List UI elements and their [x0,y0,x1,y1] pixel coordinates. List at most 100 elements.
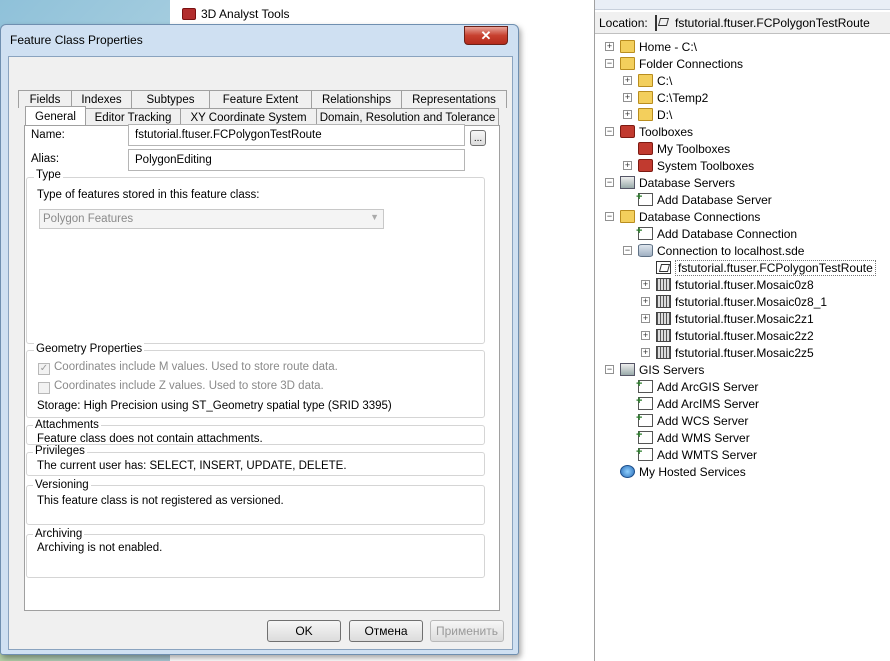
tree-item[interactable]: Add Database Connection [623,225,797,242]
ok-button[interactable]: OK [267,620,341,642]
folder-icon [638,91,653,104]
m-values-checkbox[interactable]: ✓ [38,363,50,375]
tree-item[interactable]: Add ArcIMS Server [623,395,759,412]
tree-item-label: fstutorial.ftuser.Mosaic0z8 [675,277,814,292]
tree-item[interactable]: − Connection to localhost.sde [623,242,804,259]
tree-item[interactable]: − Database Connections [605,208,760,225]
add-icon [636,412,653,427]
tree-item[interactable]: Add ArcGIS Server [623,378,758,395]
tree-item-label: Database Servers [639,175,736,190]
close-button[interactable]: ✕ [464,26,508,45]
expand-toggle-icon[interactable]: + [641,297,650,306]
add-icon [636,395,653,410]
location-field[interactable]: fstutorial.ftuser.FCPolygonTestRoute [675,16,870,30]
tree-item-label: Add ArcGIS Server [657,379,759,394]
tree-item[interactable]: My Toolboxes [623,140,730,157]
tree-item[interactable]: − Toolboxes [605,123,693,140]
tab-relationships[interactable]: Relationships [311,90,402,108]
tree-item-label: My Hosted Services [639,464,746,479]
alias-label: Alias: [31,153,60,165]
cancel-button[interactable]: Отмена [349,620,423,642]
server-icon [620,363,635,376]
tree-item[interactable]: + Home - C:\ [605,38,697,55]
archiving-group [26,534,485,578]
tree-item[interactable]: Add WCS Server [623,412,748,429]
tree-item-label: Connection to localhost.sde [657,243,805,258]
add-icon [636,378,653,393]
expand-toggle-icon[interactable]: − [605,178,614,187]
tree-item[interactable]: − GIS Servers [605,361,704,378]
tree-item[interactable]: + D:\ [623,106,672,123]
tree-item-label: Toolboxes [639,124,694,139]
tree-item-label: D:\ [657,107,673,122]
tree-item-label: Folder Connections [639,56,744,71]
expand-toggle-icon[interactable]: − [605,365,614,374]
mosaic-icon [656,278,671,291]
tree-item[interactable]: Add Database Server [623,191,772,208]
tree-item[interactable]: + fstutorial.ftuser.Mosaic0z8_1 [641,293,827,310]
tree-item[interactable]: − Folder Connections [605,55,743,72]
tree-item-label: C:\Temp2 [657,90,709,105]
tree-item[interactable]: Add WMTS Server [623,446,757,463]
z-values-label: Coordinates include Z values. Used to st… [54,380,324,392]
tree-item-label: Add WMS Server [657,430,750,445]
tree-item[interactable]: + System Toolboxes [623,157,754,174]
tree-item[interactable]: − Database Servers [605,174,735,191]
tree-item[interactable]: + C:\ [623,72,672,89]
tree-item[interactable]: My Hosted Services [605,463,746,480]
expand-toggle-icon[interactable]: + [623,93,632,102]
z-values-checkbox[interactable] [38,382,50,394]
tab-subtypes[interactable]: Subtypes [131,90,210,108]
tab-general[interactable]: General [25,106,86,126]
add-icon [636,225,653,240]
browse-button[interactable]: ... [470,130,486,146]
expand-toggle-icon[interactable]: + [641,314,650,323]
name-field[interactable]: fstutorial.ftuser.FCPolygonTestRoute [128,124,465,146]
toolbox-icon [638,142,653,155]
expand-toggle-icon[interactable]: + [605,42,614,51]
tree-item-label: Add WCS Server [657,413,749,428]
feature-type-select: Polygon Features ▼ [39,209,384,229]
expand-toggle-icon[interactable]: + [623,76,632,85]
tree-item-label: My Toolboxes [657,141,731,156]
folder-icon [620,40,635,53]
tree-item[interactable]: + fstutorial.ftuser.Mosaic2z5 [641,344,814,361]
alias-field[interactable]: PolygonEditing [128,149,465,171]
expand-toggle-icon[interactable]: + [641,348,650,357]
name-label: Name: [31,129,65,141]
mosaic-icon [656,312,671,325]
tree-item[interactable]: + C:\Temp2 [623,89,708,106]
geometry-group-caption: Geometry Properties [34,343,145,355]
tree-item-label: 3D Analyst Tools [201,7,290,21]
m-values-label: Coordinates include M values. Used to st… [54,361,338,373]
versioning-text: This feature class is not registered as … [37,495,284,507]
expand-toggle-icon[interactable]: − [605,212,614,221]
tree-item-label: Home - C:\ [639,39,698,54]
tree-item-label: Add Database Connection [657,226,798,241]
tree-item-3d-analyst-tools[interactable]: 3D Analyst Tools [182,6,290,22]
add-icon [636,191,653,206]
catalog-toolbar [595,0,890,10]
tab-feature-extent[interactable]: Feature Extent [209,90,312,108]
expand-toggle-icon[interactable]: + [623,161,632,170]
expand-toggle-icon[interactable]: − [605,59,614,68]
expand-toggle-icon[interactable]: − [605,127,614,136]
tree-item[interactable]: fstutorial.ftuser.FCPolygonTestRoute [641,259,876,276]
expand-toggle-icon[interactable]: − [623,246,632,255]
tree-item-label: GIS Servers [639,362,705,377]
expand-toggle-icon[interactable]: + [623,110,632,119]
database-icon [638,244,653,257]
tab-representations[interactable]: Representations [401,90,507,108]
location-bar: Location: fstutorial.ftuser.FCPolygonTes… [595,12,890,34]
tree-item[interactable]: Add WMS Server [623,429,750,446]
dialog-body: Fields Indexes Subtypes Feature Extent R… [8,56,513,650]
expand-toggle-icon[interactable]: + [641,331,650,340]
folder-icon [638,74,653,87]
tree-item[interactable]: + fstutorial.ftuser.Mosaic0z8 [641,276,814,293]
toolbox-icon [620,125,635,138]
tree-item[interactable]: + fstutorial.ftuser.Mosaic2z2 [641,327,814,344]
apply-button[interactable]: Применить [430,620,504,642]
tree-item[interactable]: + fstutorial.ftuser.Mosaic2z1 [641,310,814,327]
chevron-down-icon: ▼ [370,212,379,222]
expand-toggle-icon[interactable]: + [641,280,650,289]
